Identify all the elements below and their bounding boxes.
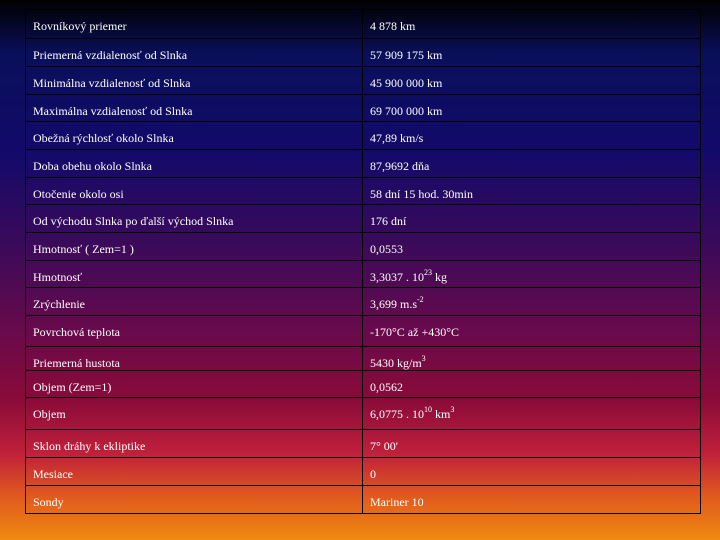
row-label: Priemerná vzdialenosť od Slnka bbox=[25, 38, 363, 67]
row-value: 7° 00' bbox=[362, 429, 701, 458]
table-row: Doba obehu okolo Slnka 87,9692 dňa bbox=[25, 149, 701, 178]
table-row: Obežná rýchlosť okolo Slnka 47,89 km/s bbox=[25, 121, 701, 150]
value-unit: kg bbox=[432, 270, 447, 284]
row-label: Objem bbox=[25, 397, 363, 430]
row-value: 5430 kg/m3 bbox=[362, 346, 701, 371]
table-row: Minimálna vzdialenosť od Slnka 45 900 00… bbox=[25, 66, 701, 95]
table-row: Od východu Slnka po ďalší východ Slnka 1… bbox=[25, 204, 701, 233]
row-label: Rovníkový priemer bbox=[25, 9, 363, 39]
row-value: 6,0775 . 1010 km3 bbox=[362, 397, 701, 430]
row-value: 3,3037 . 1023 kg bbox=[362, 260, 701, 288]
table-row: Hmotnosť ( Zem=1 ) 0,0553 bbox=[25, 232, 701, 261]
value-unit-exponent: 3 bbox=[450, 405, 455, 414]
row-value: 0,0562 bbox=[362, 370, 701, 398]
row-label: Obežná rýchlosť okolo Slnka bbox=[25, 121, 363, 150]
row-label: Mesiace bbox=[25, 457, 363, 486]
row-value: Mariner 10 bbox=[362, 485, 701, 514]
table-row: Priemerná hustota 5430 kg/m3 bbox=[25, 346, 701, 371]
row-label: Doba obehu okolo Slnka bbox=[25, 149, 363, 178]
value-exponent: 23 bbox=[424, 268, 432, 277]
row-value: 0,0553 bbox=[362, 232, 701, 261]
row-value: 4 878 km bbox=[362, 9, 701, 39]
table-row: Sklon dráhy k ekliptike 7° 00' bbox=[25, 429, 701, 458]
table-row: Priemerná vzdialenosť od Slnka 57 909 17… bbox=[25, 38, 701, 67]
row-label: Povrchová teplota bbox=[25, 315, 363, 347]
row-label: Sklon dráhy k ekliptike bbox=[25, 429, 363, 458]
row-value: 3,699 m.s-2 bbox=[362, 287, 701, 316]
row-label: Objem (Zem=1) bbox=[25, 370, 363, 398]
table-row: Rovníkový priemer 4 878 km bbox=[25, 9, 701, 39]
row-value: 176 dní bbox=[362, 204, 701, 233]
row-value: 57 909 175 km bbox=[362, 38, 701, 67]
row-value: 45 900 000 km bbox=[362, 66, 701, 95]
row-label: Hmotnosť ( Zem=1 ) bbox=[25, 232, 363, 261]
table-row: Mesiace 0 bbox=[25, 457, 701, 486]
table-row: Objem 6,0775 . 1010 km3 bbox=[25, 397, 701, 430]
table-row: Zrýchlenie 3,699 m.s-2 bbox=[25, 287, 701, 316]
row-value: 69 700 000 km bbox=[362, 94, 701, 122]
row-value: 87,9692 dňa bbox=[362, 149, 701, 178]
row-label: Sondy bbox=[25, 485, 363, 514]
table-row: Maximálna vzdialenosť od Slnka 69 700 00… bbox=[25, 94, 701, 122]
table-row: Povrchová teplota -170°C až +430°C bbox=[25, 315, 701, 347]
row-value: 0 bbox=[362, 457, 701, 486]
row-label: Hmotnosť bbox=[25, 260, 363, 288]
row-value: -170°C až +430°C bbox=[362, 315, 701, 347]
row-label: Priemerná hustota bbox=[25, 346, 363, 371]
value-main: 3,699 m.s bbox=[370, 297, 418, 311]
value-exponent: 10 bbox=[424, 405, 432, 414]
mercury-data-table: Rovníkový priemer 4 878 km Priemerná vzd… bbox=[25, 9, 701, 514]
value-main: 5430 kg/m bbox=[370, 356, 422, 370]
row-label: Zrýchlenie bbox=[25, 287, 363, 316]
value-exponent: 3 bbox=[421, 354, 426, 363]
table-row: Hmotnosť 3,3037 . 1023 kg bbox=[25, 260, 701, 288]
value-main: 3,3037 . 10 bbox=[370, 270, 424, 284]
row-value: 58 dní 15 hod. 30min bbox=[362, 177, 701, 205]
row-label: Maximálna vzdialenosť od Slnka bbox=[25, 94, 363, 122]
value-unit: km bbox=[432, 407, 451, 421]
row-label: Minimálna vzdialenosť od Slnka bbox=[25, 66, 363, 95]
table-row: Objem (Zem=1) 0,0562 bbox=[25, 370, 701, 398]
value-exponent: -2 bbox=[417, 295, 424, 304]
table-row: Otočenie okolo osi 58 dní 15 hod. 30min bbox=[25, 177, 701, 205]
row-label: Otočenie okolo osi bbox=[25, 177, 363, 205]
value-main: 6,0775 . 10 bbox=[370, 407, 424, 421]
row-label: Od východu Slnka po ďalší východ Slnka bbox=[25, 204, 363, 233]
table-row: Sondy Mariner 10 bbox=[25, 485, 701, 514]
row-value: 47,89 km/s bbox=[362, 121, 701, 150]
